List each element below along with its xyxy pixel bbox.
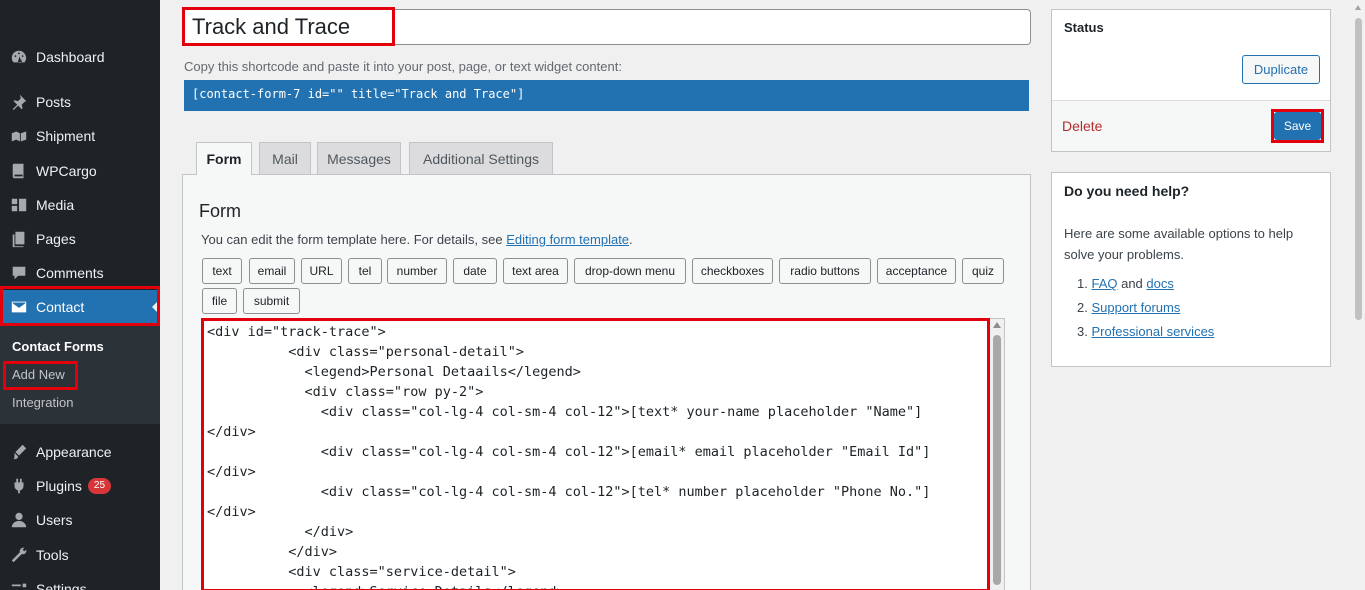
- sidebar-item-label: WPCargo: [36, 163, 97, 179]
- help-title: Do you need help?: [1064, 183, 1190, 199]
- sidebar-item-plugins[interactable]: Plugins 25: [0, 469, 160, 503]
- brush-icon: [9, 442, 29, 462]
- form-template-editor[interactable]: <div id="track-trace"> <div class="perso…: [202, 318, 1005, 590]
- sidebar-item-appearance[interactable]: Appearance: [0, 435, 160, 469]
- sidebar-item-label: Settings: [36, 581, 87, 590]
- window-scroll-up-icon[interactable]: [1355, 5, 1361, 10]
- wrench-icon: [9, 545, 29, 565]
- help-and-text: and: [1117, 276, 1147, 291]
- sidebar-item-label: Comments: [36, 265, 104, 281]
- tag-button-acceptance[interactable]: acceptance: [877, 258, 956, 284]
- pages-icon: [9, 229, 29, 249]
- help-item-professional: 3. Professional services: [1077, 324, 1215, 339]
- tag-button-text-area[interactable]: text area: [503, 258, 568, 284]
- sidebar-item-label: Posts: [36, 94, 72, 110]
- panel-desc-text: You can edit the form template here. For…: [201, 232, 507, 247]
- tag-button-submit[interactable]: submit: [243, 288, 300, 314]
- help-box: Do you need help? Here are some availabl…: [1051, 172, 1331, 367]
- user-icon: [9, 510, 29, 530]
- sidebar-item-comments[interactable]: Comments: [0, 256, 160, 290]
- help-item-faq: 1. FAQ and docs: [1077, 276, 1174, 291]
- sidebar-item-label: Media: [36, 197, 75, 213]
- sidebar-item-media[interactable]: Media: [0, 188, 160, 222]
- tab-messages[interactable]: Messages: [317, 142, 401, 174]
- sidebar-item-shipment[interactable]: Shipment: [0, 119, 160, 153]
- scroll-up-arrow-icon[interactable]: [993, 322, 1001, 328]
- contact-submenu: Contact Forms Add New Integration: [0, 324, 160, 424]
- sidebar-item-label: Dashboard: [36, 49, 105, 65]
- shortcode-hint: Copy this shortcode and paste it into yo…: [184, 59, 622, 74]
- sidebar-item-tools[interactable]: Tools: [0, 538, 160, 572]
- editor-scrollbar[interactable]: [990, 319, 1004, 590]
- save-button[interactable]: Save: [1274, 112, 1321, 140]
- media-icon: [9, 195, 29, 215]
- comments-icon: [9, 263, 29, 283]
- sidebar-item-dashboard[interactable]: Dashboard: [0, 40, 160, 74]
- sidebar-item-users[interactable]: Users: [0, 503, 160, 537]
- admin-sidebar: Dashboard Posts Shipment WPCargo Media P…: [0, 0, 160, 590]
- tag-button-radio-buttons[interactable]: radio buttons: [779, 258, 871, 284]
- form-title-input[interactable]: Track and Trace: [182, 9, 1031, 45]
- editing-form-template-link[interactable]: Editing form template: [506, 232, 629, 247]
- settings-icon: [9, 579, 29, 590]
- editor-content: <div id="track-trace"> <div class="perso…: [207, 324, 931, 590]
- professional-services-link[interactable]: Professional services: [1091, 324, 1214, 339]
- tag-button-quiz[interactable]: quiz: [962, 258, 1004, 284]
- tag-button-tel[interactable]: tel: [348, 258, 382, 284]
- tag-button-date[interactable]: date: [453, 258, 497, 284]
- tag-button-text[interactable]: text: [202, 258, 242, 284]
- sidebar-item-label: Appearance: [36, 444, 112, 460]
- submenu-contact-forms[interactable]: Contact Forms: [12, 339, 104, 354]
- tab-form[interactable]: Form: [196, 142, 252, 175]
- dashboard-icon: [9, 47, 29, 67]
- sidebar-item-label: Shipment: [36, 128, 96, 144]
- tag-button-number[interactable]: number: [387, 258, 447, 284]
- sidebar-item-label: Plugins: [36, 478, 82, 494]
- panel-desc-suffix: .: [629, 232, 633, 247]
- duplicate-button[interactable]: Duplicate: [1242, 55, 1320, 84]
- sidebar-item-contact[interactable]: Contact: [0, 290, 160, 324]
- sidebar-item-posts[interactable]: Posts: [0, 85, 160, 119]
- sidebar-item-wpcargo[interactable]: WPCargo: [0, 154, 160, 188]
- window-scrollbar[interactable]: [1352, 0, 1365, 590]
- tab-mail[interactable]: Mail: [259, 142, 311, 174]
- docs-link[interactable]: docs: [1146, 276, 1173, 291]
- tag-button-drop-down-menu[interactable]: drop-down menu: [574, 258, 686, 284]
- plugin-icon: [9, 476, 29, 496]
- plugins-update-badge: 25: [87, 478, 112, 494]
- book-icon: [9, 161, 29, 181]
- shipment-icon: [9, 126, 29, 146]
- submenu-add-new[interactable]: Add New: [12, 367, 65, 382]
- pin-icon: [9, 92, 29, 112]
- tag-button-file[interactable]: file: [202, 288, 237, 314]
- help-item-support: 2. Support forums: [1077, 300, 1181, 315]
- sidebar-item-label: Contact: [36, 299, 85, 315]
- sidebar-item-pages[interactable]: Pages: [0, 222, 160, 256]
- status-title: Status: [1064, 20, 1104, 35]
- sidebar-item-label: Users: [36, 512, 73, 528]
- help-text: Here are some available options to help …: [1064, 226, 1294, 262]
- sidebar-item-label: Tools: [36, 547, 69, 563]
- support-forums-link[interactable]: Support forums: [1091, 300, 1180, 315]
- tab-additional-settings[interactable]: Additional Settings: [409, 142, 553, 174]
- sidebar-item-settings[interactable]: Settings: [0, 572, 160, 590]
- tag-button-email[interactable]: email: [249, 258, 295, 284]
- editor-scroll-thumb[interactable]: [993, 335, 1001, 585]
- delete-link[interactable]: Delete: [1062, 118, 1102, 134]
- panel-heading: Form: [199, 201, 241, 221]
- tag-button-url[interactable]: URL: [301, 258, 342, 284]
- faq-link[interactable]: FAQ: [1091, 276, 1117, 291]
- tag-button-checkboxes[interactable]: checkboxes: [692, 258, 773, 284]
- submenu-integration[interactable]: Integration: [12, 395, 73, 410]
- window-scroll-thumb[interactable]: [1355, 18, 1362, 320]
- panel-description: You can edit the form template here. For…: [201, 232, 633, 247]
- mail-icon: [9, 297, 29, 317]
- sidebar-item-label: Pages: [36, 231, 76, 247]
- shortcode-field[interactable]: [contact-form-7 id="" title="Track and T…: [184, 80, 1029, 111]
